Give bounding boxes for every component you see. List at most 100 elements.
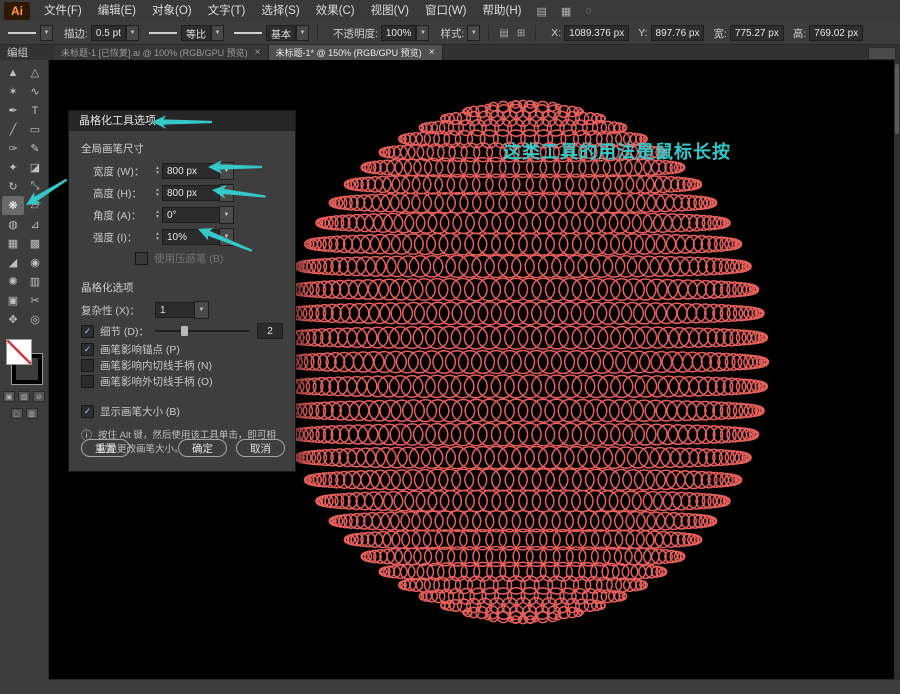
close-icon[interactable]: ×	[429, 47, 435, 58]
lasso-tool-icon[interactable]: ∿	[24, 82, 46, 101]
arrange-documents-icon[interactable]: ▤	[529, 5, 553, 18]
eyedropper-tool-icon[interactable]: ◢	[2, 253, 24, 272]
style-dropdown-icon[interactable]: ▼	[467, 25, 481, 41]
width-input[interactable]: 775.27 px	[729, 25, 784, 41]
pencil-tool-icon[interactable]: ✎	[24, 139, 46, 158]
scrollbar-thumb[interactable]	[895, 64, 899, 134]
fill-swatch[interactable]	[6, 339, 32, 365]
y-input[interactable]: 897.76 px	[650, 25, 705, 41]
pressure-pen-checkbox[interactable]	[135, 251, 148, 265]
symbol-sprayer-tool-icon[interactable]: ✺	[2, 272, 24, 291]
height-field-input[interactable]: 800 px	[161, 185, 220, 201]
rotate-tool-icon[interactable]: ↻	[2, 177, 24, 196]
chevron-down-icon[interactable]: ▼	[218, 162, 234, 180]
complexity-select[interactable]: 1	[155, 302, 195, 318]
shaper-tool-icon[interactable]: ✦	[2, 158, 24, 177]
menu-type[interactable]: 文字(T)	[200, 0, 254, 22]
brush-definition-select[interactable]: 基本	[265, 25, 296, 41]
color-mode-icon[interactable]: ▣	[3, 391, 15, 402]
in-tangent-checkbox[interactable]	[81, 358, 94, 372]
menu-help[interactable]: 帮助(H)	[475, 0, 530, 22]
vertical-scrollbar[interactable]	[894, 60, 900, 680]
out-tangent-checkbox[interactable]	[81, 374, 94, 388]
scale-tool-icon[interactable]: ⤡	[24, 177, 46, 196]
gradient-tool-icon[interactable]: ▩	[24, 234, 46, 253]
detail-value-input[interactable]: 2	[257, 323, 283, 339]
draw-mode-icon[interactable]: ▢	[10, 408, 23, 419]
stroke-weight-input[interactable]: 0.5 pt	[90, 25, 126, 41]
cancel-button[interactable]: 取消	[236, 439, 285, 457]
height-input[interactable]: 769.02 px	[809, 25, 864, 41]
menu-effect[interactable]: 效果(C)	[308, 0, 363, 22]
chevron-down-icon[interactable]: ▼	[218, 228, 234, 246]
stepper-icon[interactable]: ▲ ▼	[155, 166, 160, 176]
menu-window[interactable]: 窗口(W)	[417, 0, 475, 22]
document-setup-icon[interactable]: ⊞	[513, 28, 529, 39]
hand-tool-icon[interactable]: ✥	[2, 310, 24, 329]
paintbrush-tool-icon[interactable]: ✑	[2, 139, 24, 158]
screen-mode-icon[interactable]: ▥	[25, 408, 38, 419]
column-graph-tool-icon[interactable]: ▥	[24, 272, 46, 291]
stroke-weight-dropdown-icon[interactable]: ▼	[125, 25, 139, 41]
opacity-input[interactable]: 100%	[380, 25, 417, 41]
menu-file[interactable]: 文件(F)	[36, 0, 90, 22]
search-icon[interactable]: ◌	[578, 5, 599, 17]
detail-slider[interactable]	[155, 326, 249, 336]
pen-tool-icon[interactable]: ✒	[2, 101, 24, 120]
eraser-tool-icon[interactable]: ◪	[24, 158, 46, 177]
type-tool-icon[interactable]: T	[24, 101, 46, 120]
magic-wand-tool-icon[interactable]: ✶	[2, 82, 24, 101]
rectangle-tool-icon[interactable]: ▭	[24, 120, 46, 139]
intensity-field-input[interactable]: 10%	[161, 229, 220, 245]
menu-view[interactable]: 视图(V)	[363, 0, 417, 22]
shape-builder-tool-icon[interactable]: ◍	[2, 215, 24, 234]
menu-edit[interactable]: 编辑(E)	[90, 0, 144, 22]
width-profile-select[interactable]: 等比	[180, 25, 211, 41]
line-segment-tool-icon[interactable]: ╱	[2, 120, 24, 139]
menu-select[interactable]: 选择(S)	[253, 0, 307, 22]
slice-tool-icon[interactable]: ✂	[24, 291, 46, 310]
stepper-icon[interactable]: ▲ ▼	[155, 210, 160, 220]
width-profile-dropdown-icon[interactable]: ▼	[210, 25, 224, 41]
artboard-tool-icon[interactable]: ▣	[2, 291, 24, 310]
workspace-switcher-icon[interactable]: ▦	[554, 5, 578, 18]
intensity-field-row: 强度 (I)： ▲ ▼ 10% ▼	[69, 226, 295, 248]
chevron-down-icon[interactable]: ▼	[218, 184, 234, 202]
close-icon[interactable]: ×	[255, 47, 261, 58]
anchor-points-checkbox[interactable]: ✓	[81, 342, 94, 356]
align-icon[interactable]: ▤	[495, 28, 512, 39]
chevron-down-icon[interactable]: ▼	[194, 301, 209, 319]
gradient-mode-icon[interactable]: ▨	[18, 391, 30, 402]
free-transform-tool-icon[interactable]: ▱	[24, 196, 46, 215]
stroke-preview-dropdown-icon[interactable]: ▼	[40, 25, 53, 41]
reset-button[interactable]: 重置	[81, 439, 130, 457]
stepper-icon[interactable]: ▲ ▼	[155, 188, 160, 198]
document-tab-2[interactable]: 未标题-1* @ 150% (RGB/GPU 预览) ×	[268, 45, 443, 60]
dialog-title[interactable]: 晶格化工具选项	[69, 111, 295, 131]
x-input[interactable]: 1089.376 px	[564, 25, 630, 41]
zoom-tool-icon[interactable]: ◎	[24, 310, 46, 329]
none-mode-icon[interactable]: ⊘	[33, 391, 45, 402]
crystallize-tool-icon[interactable]: ❋	[2, 196, 24, 215]
direct-selection-tool-icon[interactable]: △	[24, 63, 46, 82]
selection-tool-icon[interactable]: ▲	[2, 63, 24, 82]
menu-object[interactable]: 对象(O)	[144, 0, 200, 22]
separator	[316, 25, 318, 41]
document-tab-1[interactable]: 未标题-1 [已恢复].ai @ 100% (RGB/GPU 预览) ×	[54, 45, 269, 60]
angle-field-input[interactable]: 0°	[161, 207, 220, 223]
blend-tool-icon[interactable]: ◉	[24, 253, 46, 272]
ok-button[interactable]: 确定	[178, 439, 227, 457]
slider-thumb-icon[interactable]	[181, 326, 189, 336]
perspective-grid-tool-icon[interactable]: ⊿	[24, 215, 46, 234]
brush-definition-dropdown-icon[interactable]: ▼	[295, 25, 309, 41]
detail-checkbox[interactable]: ✓	[81, 324, 94, 338]
opacity-dropdown-icon[interactable]: ▼	[416, 25, 430, 41]
show-brush-size-checkbox[interactable]: ✓	[81, 404, 94, 418]
complexity-label: 复杂性 (X)：	[81, 304, 140, 317]
mesh-tool-icon[interactable]: ▦	[2, 234, 24, 253]
stepper-icon[interactable]: ▲ ▼	[155, 232, 160, 242]
out-tangent-label: 画笔影响外切线手柄 (O)	[100, 375, 213, 388]
chevron-down-icon[interactable]: ▼	[218, 206, 234, 224]
width-field-input[interactable]: 800 px	[161, 163, 220, 179]
panel-dock-header[interactable]	[868, 47, 896, 60]
